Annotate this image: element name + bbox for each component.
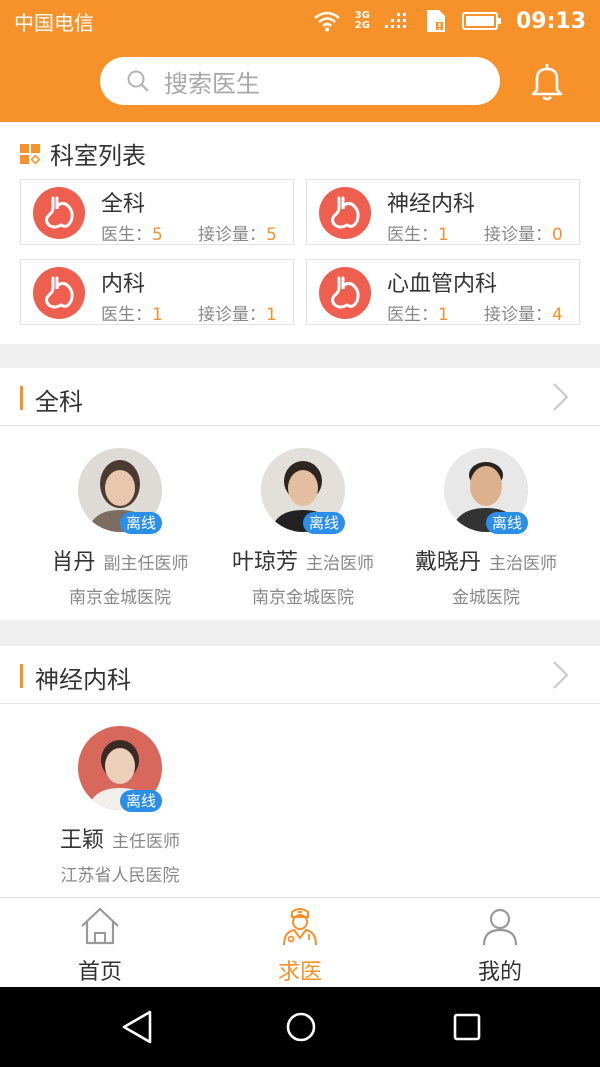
doctor-title: 主治医师 [489, 554, 557, 574]
doctor-name: 戴晓丹 [414, 550, 481, 575]
offline-badge: 离线 [120, 790, 162, 812]
chevron-right-icon [553, 383, 569, 411]
doctor-name: 肖丹 [51, 550, 96, 575]
doctor-count: 医生：1 [387, 225, 449, 245]
battery-icon [461, 12, 501, 30]
department-section-header: 科室列表 [20, 136, 146, 171]
doctor-hospital: 南京金城医院 [69, 588, 171, 608]
stomach-icon [319, 187, 371, 239]
doctor-card[interactable]: 离线 叶琼芳 主治医师 南京金城医院 [211, 448, 395, 608]
doctor-name-line: 叶琼芳 主治医师 [211, 544, 395, 576]
grid-icon [20, 143, 41, 165]
offline-badge: 离线 [303, 512, 345, 534]
doctor-hospital: 江苏省人民医院 [60, 866, 180, 886]
visit-count: 接诊量：1 [198, 305, 277, 325]
doctor-group-general: 全科 离线 肖丹 副主任医师 南京金城医院 离线 叶琼芳 主治医师 南京金城医院 离… [0, 368, 600, 620]
doctor-card[interactable]: 离线 戴晓丹 主治医师 金城医院 [394, 448, 578, 608]
home-icon [81, 907, 119, 945]
doctor-count: 医生：1 [387, 305, 449, 325]
chevron-right-icon [553, 661, 569, 689]
visit-count: 接诊量：0 [484, 225, 563, 245]
home-circle-icon[interactable] [284, 1009, 318, 1045]
doctor-hospital: 南京金城医院 [252, 588, 354, 608]
department-card-cardiology[interactable]: 心血管内科 医生：1 接诊量：4 [306, 259, 580, 325]
department-card-internal[interactable]: 内科 医生：1 接诊量：1 [20, 259, 294, 325]
offline-badge: 离线 [486, 512, 528, 534]
doctor-name-line: 王颖 主任医师 [28, 822, 212, 854]
search-placeholder: 搜索医生 [164, 69, 260, 98]
accent-bar [20, 386, 23, 410]
doctor-name-line: 戴晓丹 主治医师 [394, 544, 578, 576]
visit-count: 接诊量：4 [484, 305, 563, 325]
group-header[interactable]: 神经内科 [0, 646, 600, 704]
doctor-title: 主任医师 [112, 832, 180, 852]
group-header[interactable]: 全科 [0, 368, 600, 426]
tab-mine[interactable]: 我的 [400, 898, 600, 988]
tab-label: 求医 [277, 960, 322, 985]
doctor-card[interactable]: 离线 王颖 主任医师 江苏省人民医院 [28, 726, 212, 886]
doctor-count: 医生：1 [101, 305, 163, 325]
clock: 09:13 [515, 8, 586, 34]
doctor-count: 医生：5 [101, 225, 163, 245]
department-name: 神经内科 [387, 192, 476, 217]
doctor-icon [283, 908, 317, 946]
recent-apps-icon[interactable] [450, 1009, 484, 1045]
doctor-hospital: 金城医院 [452, 588, 520, 608]
accent-bar [20, 664, 23, 688]
group-title: 神经内科 [35, 666, 131, 694]
signal-icon [384, 13, 406, 28]
department-name: 心血管内科 [387, 272, 498, 297]
sim-card-icon [426, 10, 445, 32]
tab-label: 首页 [77, 960, 122, 985]
status-bar: 中国电信 3G 2G 09:13 [0, 0, 600, 42]
system-navigation-bar [0, 987, 600, 1067]
stomach-icon [319, 267, 371, 319]
department-section: 科室列表 全科 医生：5 接诊量：5 神经内科 医生：1 接诊量：0 内科 医生… [0, 122, 600, 344]
doctor-name-line: 肖丹 副主任医师 [28, 544, 212, 576]
department-name: 全科 [101, 192, 146, 217]
department-card-general[interactable]: 全科 医生：5 接诊量：5 [20, 179, 294, 245]
wifi-icon [313, 11, 340, 32]
network-type-label: 3G 2G [354, 10, 370, 31]
department-section-title: 科室列表 [50, 142, 146, 170]
search-icon [127, 70, 149, 92]
doctor-group-neurology: 神经内科 离线 王颖 主任医师 江苏省人民医院 [0, 646, 600, 897]
carrier-label: 中国电信 [14, 10, 94, 35]
department-card-neurology[interactable]: 神经内科 医生：1 接诊量：0 [306, 179, 580, 245]
doctor-title: 副主任医师 [103, 554, 189, 574]
doctor-name: 王颖 [59, 828, 104, 853]
tab-home[interactable]: 首页 [0, 898, 200, 988]
doctor-name: 叶琼芳 [231, 550, 298, 575]
stomach-icon [33, 187, 85, 239]
group-title: 全科 [35, 388, 83, 416]
bell-icon[interactable] [528, 62, 566, 102]
visit-count: 接诊量：5 [198, 225, 277, 245]
doctor-card[interactable]: 离线 肖丹 副主任医师 南京金城医院 [28, 448, 212, 608]
bottom-tab-bar: 首页 求医 我的 [0, 897, 600, 987]
offline-badge: 离线 [120, 512, 162, 534]
tab-seek-doctor[interactable]: 求医 [200, 898, 400, 988]
back-icon[interactable] [120, 1009, 154, 1045]
search-input[interactable]: 搜索医生 [100, 57, 500, 105]
stomach-icon [33, 267, 85, 319]
tab-label: 我的 [477, 960, 522, 985]
department-name: 内科 [101, 272, 146, 297]
doctor-title: 主治医师 [306, 554, 374, 574]
profile-icon [482, 908, 518, 946]
app-header: 搜索医生 [0, 42, 600, 122]
